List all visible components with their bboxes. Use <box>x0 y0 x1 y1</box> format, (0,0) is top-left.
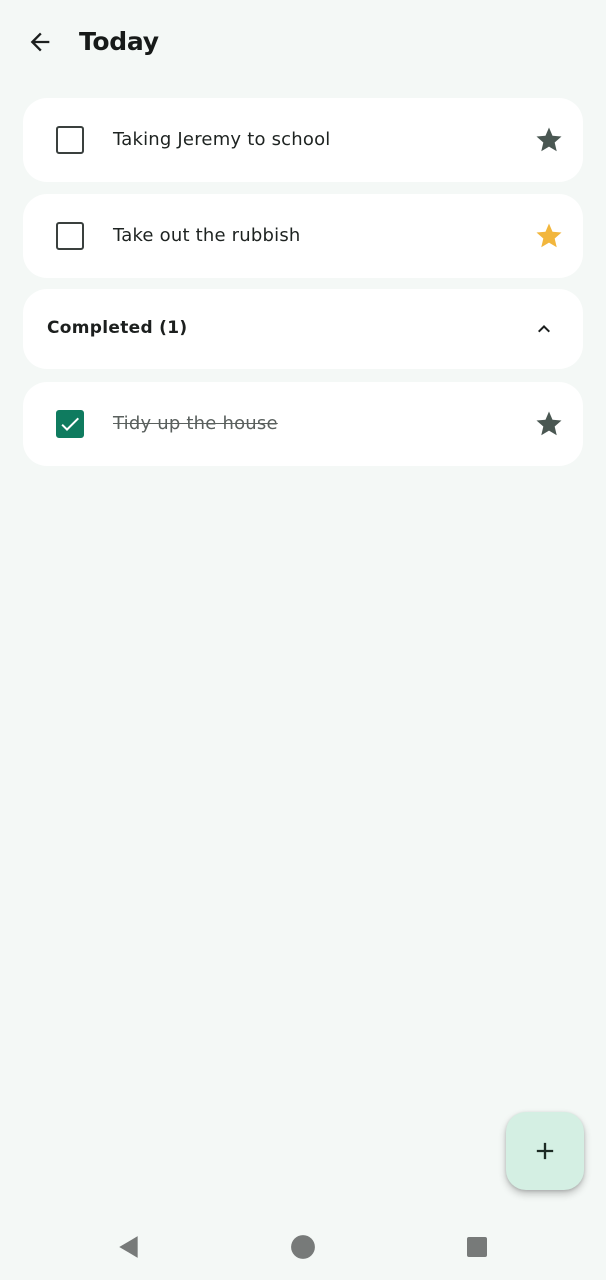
star-button[interactable] <box>533 408 565 440</box>
nav-home-button[interactable] <box>288 1232 318 1262</box>
app-bar: Today <box>0 0 606 84</box>
task-card[interactable]: Taking Jeremy to school <box>23 98 583 182</box>
nav-recents-button[interactable] <box>462 1232 492 1262</box>
star-icon <box>536 127 562 152</box>
task-checkbox[interactable] <box>56 222 84 250</box>
task-title: Taking Jeremy to school <box>113 129 331 150</box>
star-button[interactable] <box>533 220 565 252</box>
task-card[interactable]: Tidy up the house <box>23 382 583 466</box>
completed-section-toggle[interactable]: Completed (1) <box>23 289 583 369</box>
star-button[interactable] <box>533 124 565 156</box>
star-icon <box>536 411 562 436</box>
task-title: Take out the rubbish <box>113 225 301 246</box>
task-card[interactable]: Take out the rubbish <box>23 194 583 278</box>
arrow-left-icon <box>30 32 50 52</box>
task-checkbox[interactable] <box>56 126 84 154</box>
system-nav-bar <box>0 1212 606 1280</box>
check-icon <box>61 417 79 431</box>
add-task-button[interactable] <box>506 1112 584 1190</box>
back-button[interactable] <box>22 24 58 60</box>
task-title: Tidy up the house <box>113 413 278 434</box>
square-recents-icon <box>467 1237 487 1257</box>
nav-back-button[interactable] <box>114 1232 144 1262</box>
star-icon <box>536 223 562 248</box>
chevron-up-icon <box>531 316 557 342</box>
plus-icon <box>536 1142 554 1160</box>
page-title: Today <box>79 27 159 56</box>
completed-section-label: Completed (1) <box>47 318 188 338</box>
circle-home-icon <box>291 1235 315 1259</box>
triangle-back-icon <box>119 1236 138 1258</box>
task-checkbox[interactable] <box>56 410 84 438</box>
